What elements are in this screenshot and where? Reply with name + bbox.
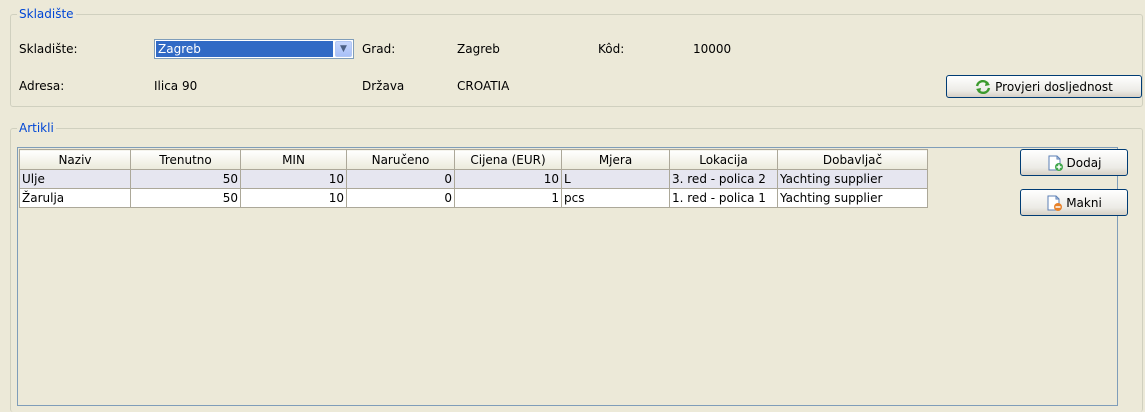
country-value: CROATIA bbox=[457, 79, 510, 93]
column-header-min[interactable]: MIN bbox=[240, 149, 347, 170]
refresh-arrows-icon bbox=[975, 79, 991, 95]
address-label: Adresa: bbox=[19, 79, 65, 93]
table-row[interactable]: Žarulja 50 10 0 1 pcs 1. red - polica 1 … bbox=[19, 188, 928, 208]
column-header-mjera[interactable]: Mjera bbox=[561, 149, 670, 170]
check-consistency-button[interactable]: Provjeri dosljednost bbox=[946, 75, 1142, 98]
warehouse-group-title: Skladište bbox=[17, 7, 76, 21]
cell-dobavljac[interactable]: Yachting supplier bbox=[777, 169, 928, 189]
cell-cijena[interactable]: 10 bbox=[454, 169, 562, 189]
cell-lokacija[interactable]: 3. red - polica 2 bbox=[669, 169, 778, 189]
cell-trenutno[interactable]: 50 bbox=[130, 188, 241, 208]
column-header-naruceno[interactable]: Naručeno bbox=[346, 149, 455, 170]
column-header-trenutno[interactable]: Trenutno bbox=[130, 149, 241, 170]
cell-dobavljac[interactable]: Yachting supplier bbox=[777, 188, 928, 208]
city-label: Grad: bbox=[362, 42, 396, 56]
cell-lokacija[interactable]: 1. red - polica 1 bbox=[669, 188, 778, 208]
add-button[interactable]: Dodaj bbox=[1020, 149, 1128, 176]
check-consistency-label: Provjeri dosljednost bbox=[995, 79, 1113, 94]
articles-group-title: Artikli bbox=[17, 121, 56, 135]
column-header-dobavljac[interactable]: Dobavljač bbox=[777, 149, 928, 170]
document-remove-icon bbox=[1046, 195, 1063, 211]
articles-grid[interactable]: Naziv Trenutno MIN Naručeno Cijena (EUR)… bbox=[17, 147, 1118, 406]
warehouse-label: Skladište: bbox=[19, 42, 78, 56]
remove-button[interactable]: Makni bbox=[1020, 189, 1128, 216]
cell-naziv[interactable]: Ulje bbox=[19, 169, 131, 189]
cell-naziv[interactable]: Žarulja bbox=[19, 188, 131, 208]
cell-naruceno[interactable]: 0 bbox=[346, 188, 455, 208]
add-button-label: Dodaj bbox=[1066, 155, 1102, 170]
cell-mjera[interactable]: L bbox=[561, 169, 670, 189]
chevron-down-icon[interactable]: ▼ bbox=[335, 41, 352, 57]
cell-naruceno[interactable]: 0 bbox=[346, 169, 455, 189]
code-value: 10000 bbox=[693, 42, 732, 56]
articles-table: Naziv Trenutno MIN Naručeno Cijena (EUR)… bbox=[19, 149, 928, 208]
document-add-icon bbox=[1047, 155, 1063, 171]
cell-mjera[interactable]: pcs bbox=[561, 188, 670, 208]
remove-button-label: Makni bbox=[1066, 195, 1102, 210]
city-value: Zagreb bbox=[457, 42, 500, 56]
code-label: Kôd: bbox=[598, 42, 625, 56]
address-value: Ilica 90 bbox=[154, 79, 198, 93]
column-header-naziv[interactable]: Naziv bbox=[19, 149, 131, 170]
country-label: Država bbox=[362, 79, 405, 93]
column-header-lokacija[interactable]: Lokacija bbox=[669, 149, 778, 170]
cell-min[interactable]: 10 bbox=[240, 169, 347, 189]
warehouse-select[interactable]: Zagreb ▼ bbox=[154, 39, 354, 59]
table-header-row: Naziv Trenutno MIN Naručeno Cijena (EUR)… bbox=[19, 149, 928, 170]
column-header-cijena[interactable]: Cijena (EUR) bbox=[454, 149, 562, 170]
table-row[interactable]: Ulje 50 10 0 10 L 3. red - polica 2 Yach… bbox=[19, 169, 928, 189]
warehouse-select-value: Zagreb bbox=[156, 41, 333, 57]
cell-min[interactable]: 10 bbox=[240, 188, 347, 208]
cell-cijena[interactable]: 1 bbox=[454, 188, 562, 208]
cell-trenutno[interactable]: 50 bbox=[130, 169, 241, 189]
